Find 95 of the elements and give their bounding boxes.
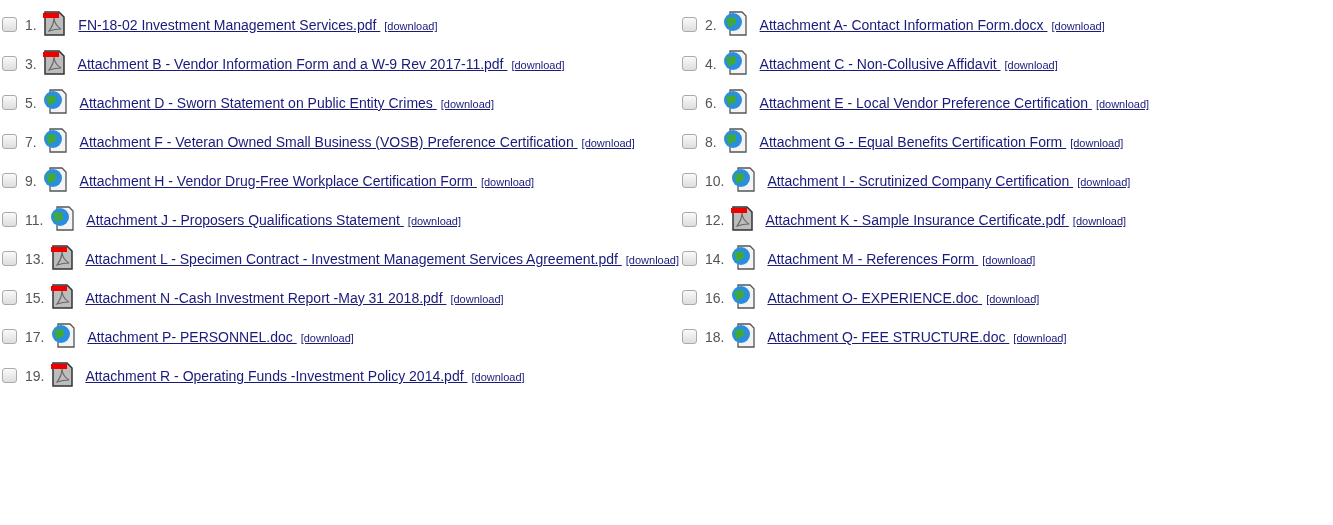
item-number: 3. xyxy=(24,56,37,72)
globe-document-icon xyxy=(722,88,749,114)
checkbox[interactable] xyxy=(2,290,17,305)
item-number: 6. xyxy=(704,95,717,111)
checkbox[interactable] xyxy=(682,329,697,344)
globe-document-icon xyxy=(42,88,69,114)
item-number: 2. xyxy=(704,17,717,33)
item-number: 17. xyxy=(24,329,45,345)
file-link[interactable]: FN-18-02 Investment Management Services.pdf xyxy=(78,17,381,33)
download-link[interactable]: [download] xyxy=(384,20,438,32)
download-link[interactable]: [download] xyxy=(1095,98,1150,110)
checkbox[interactable] xyxy=(2,134,17,149)
download-link[interactable]: [download] xyxy=(986,293,1040,305)
checkbox[interactable] xyxy=(2,251,17,266)
globe-document-icon xyxy=(49,205,76,231)
download-link[interactable]: [download] xyxy=(511,59,565,71)
item-number: 9. xyxy=(24,173,37,189)
file-link[interactable]: Attachment O- EXPERIENCE.doc xyxy=(767,290,983,306)
globe-document-icon xyxy=(722,10,749,36)
item-number: 8. xyxy=(704,134,717,150)
item-number: 15. xyxy=(24,290,45,306)
download-link[interactable]: [download] xyxy=(1072,215,1127,227)
file-link[interactable]: Attachment Q- FEE STRUCTURE.doc xyxy=(767,329,1010,345)
download-link[interactable]: [download] xyxy=(300,332,354,344)
download-link[interactable]: [download] xyxy=(1070,137,1124,149)
globe-document-icon xyxy=(722,49,749,75)
checkbox[interactable] xyxy=(2,17,17,32)
file-link[interactable]: Attachment P- PERSONNEL.doc xyxy=(87,329,297,345)
checkbox[interactable] xyxy=(2,95,17,110)
download-link[interactable]: [download] xyxy=(440,98,494,110)
globe-document-icon xyxy=(730,244,757,270)
item-number: 4. xyxy=(704,56,717,72)
download-link[interactable]: [download] xyxy=(982,254,1036,266)
file-link[interactable]: Attachment L - Specimen Contract - Investment Management Services Agreement.pdf xyxy=(85,251,622,267)
checkbox[interactable] xyxy=(682,173,697,188)
checkbox[interactable] xyxy=(2,368,17,383)
checkbox[interactable] xyxy=(2,212,17,227)
file-link[interactable]: Attachment G - Equal Benefits Certification Form xyxy=(759,134,1067,150)
globe-document-icon xyxy=(42,166,69,192)
checkbox[interactable] xyxy=(682,17,697,32)
checkbox[interactable] xyxy=(682,251,697,266)
file-link[interactable]: Attachment B - Vendor Information Form and a W-9 Rev 2017-11.pdf xyxy=(77,56,508,72)
pdf-file-icon xyxy=(50,361,75,387)
checkbox[interactable] xyxy=(682,56,697,71)
download-link[interactable]: [download] xyxy=(471,371,525,383)
globe-document-icon xyxy=(722,127,749,153)
checkbox[interactable] xyxy=(2,173,17,188)
file-link[interactable]: Attachment D - Sworn Statement on Public Entity Crimes xyxy=(79,95,437,111)
pdf-file-icon xyxy=(50,283,75,309)
globe-document-icon xyxy=(730,283,757,309)
download-link[interactable]: [download] xyxy=(407,215,462,227)
item-number: 14. xyxy=(704,251,725,267)
globe-document-icon xyxy=(42,127,69,153)
file-link[interactable]: Attachment H - Vendor Drug-Free Workplace Certification Form xyxy=(79,173,477,189)
file-link[interactable]: Attachment R - Operating Funds -Investment Policy 2014.pdf xyxy=(85,368,468,384)
globe-document-icon xyxy=(730,322,757,348)
pdf-file-icon xyxy=(730,205,755,231)
pdf-file-icon xyxy=(42,10,67,36)
pdf-file-icon xyxy=(50,244,75,270)
file-link[interactable]: Attachment K - Sample Insurance Certificate.pdf xyxy=(765,212,1069,228)
globe-document-icon xyxy=(50,322,77,348)
file-link[interactable]: Attachment I - Scrutinized Company Certification xyxy=(767,173,1074,189)
download-link[interactable]: [download] xyxy=(625,254,679,266)
item-number: 16. xyxy=(704,290,725,306)
item-number: 18. xyxy=(704,329,725,345)
globe-document-icon xyxy=(730,166,757,192)
download-link[interactable]: [download] xyxy=(1004,59,1058,71)
file-link[interactable]: Attachment F - Veteran Owned Small Business (VOSB) Preference Certification xyxy=(79,134,578,150)
file-link[interactable]: Attachment E - Local Vendor Preference Certification xyxy=(759,95,1092,111)
file-link[interactable]: Attachment A- Contact Information Form.docx xyxy=(759,17,1048,33)
item-number: 13. xyxy=(24,251,45,267)
item-number: 11. xyxy=(24,212,44,228)
checkbox[interactable] xyxy=(682,290,697,305)
download-link[interactable]: [download] xyxy=(480,176,535,188)
download-link[interactable]: [download] xyxy=(581,137,635,149)
item-number: 1. xyxy=(24,17,37,33)
checkbox[interactable] xyxy=(682,134,697,149)
item-number: 10. xyxy=(704,173,725,189)
download-link[interactable]: [download] xyxy=(1077,176,1131,188)
file-link[interactable]: Attachment M - References Form xyxy=(767,251,979,267)
download-link[interactable]: [download] xyxy=(1051,20,1105,32)
checkbox[interactable] xyxy=(2,56,17,71)
file-link[interactable]: Attachment N -Cash Investment Report -May 31 2018.pdf xyxy=(85,290,447,306)
item-number: 12. xyxy=(704,212,725,228)
checkbox[interactable] xyxy=(682,95,697,110)
download-link[interactable]: [download] xyxy=(1013,332,1067,344)
file-link[interactable]: Attachment C - Non-Collusive Affidavit xyxy=(759,56,1001,72)
item-number: 7. xyxy=(24,134,37,150)
checkbox[interactable] xyxy=(2,329,17,344)
checkbox[interactable] xyxy=(682,212,697,227)
pdf-file-icon xyxy=(42,49,67,75)
item-number: 19. xyxy=(24,368,45,384)
item-number: 5. xyxy=(24,95,37,111)
file-link[interactable]: Attachment J - Proposers Qualifications Statement xyxy=(86,212,404,228)
download-link[interactable]: [download] xyxy=(450,293,504,305)
